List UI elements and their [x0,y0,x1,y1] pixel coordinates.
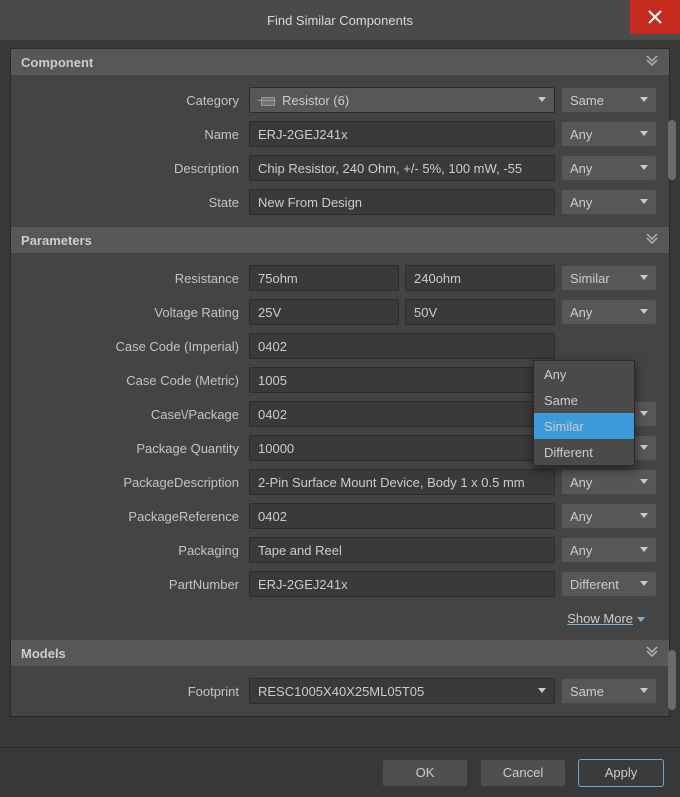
titlebar: Find Similar Components [0,0,680,40]
package-ref-input[interactable]: 0402 [249,503,555,529]
ok-button[interactable]: OK [382,759,468,787]
chevron-down-icon [640,513,648,518]
packaging-input[interactable]: Tape and Reel [249,537,555,563]
chevron-down-icon [640,479,648,484]
dropdown-option-different[interactable]: Different [534,439,634,465]
match-select-description[interactable]: Any [561,155,657,181]
description-input[interactable]: Chip Resistor, 240 Ohm, +/- 5%, 100 mW, … [249,155,555,181]
scrollbar[interactable] [668,90,676,687]
voltage-min-input[interactable]: 25V [249,299,399,325]
chevron-down-icon [640,688,648,693]
case-metric-input[interactable]: 1005 [249,367,555,393]
chevron-down-icon [640,97,648,102]
resistance-min-input[interactable]: 75ohm [249,265,399,291]
collapse-icon [645,231,659,248]
scroll-thumb[interactable] [668,120,676,180]
match-select-category[interactable]: Same [561,87,657,113]
label-case-imperial: Case Code (Imperial) [15,339,249,354]
section-body-models: Footprint RESC1005X40X25ML05T05 Same [11,666,669,716]
dropdown-option-any[interactable]: Any [534,361,634,387]
label-packaging: Packaging [15,543,249,558]
match-select-resistance[interactable]: Similar [561,265,657,291]
chevron-down-icon [640,411,648,416]
case-imperial-input[interactable]: 0402 [249,333,555,359]
resistance-max-input[interactable]: 240ohm [405,265,555,291]
match-select-package-ref[interactable]: Any [561,503,657,529]
chevron-down-icon [640,275,648,280]
section-header-parameters[interactable]: Parameters [11,227,669,253]
match-select-footprint[interactable]: Same [561,678,657,704]
chevron-down-icon [640,131,648,136]
match-select-voltage[interactable]: Any [561,299,657,325]
resistor-icon [258,95,276,106]
chevron-down-icon [640,445,648,450]
label-package-qty: Package Quantity [15,441,249,456]
chevron-down-icon [538,97,546,102]
dropdown-option-same[interactable]: Same [534,387,634,413]
chevron-down-icon [640,199,648,204]
collapse-icon [645,644,659,661]
match-dropdown-popup: Any Same Similar Different [533,360,635,466]
category-select[interactable]: Resistor (6) [249,87,555,113]
section-header-component[interactable]: Component [11,49,669,75]
dialog-footer: OK Cancel Apply [0,747,680,797]
scroll-thumb[interactable] [668,650,676,710]
label-voltage: Voltage Rating [15,305,249,320]
match-select-package-desc[interactable]: Any [561,469,657,495]
collapse-icon [645,53,659,70]
label-footprint: Footprint [15,684,249,699]
label-part-number: PartNumber [15,577,249,592]
window-title: Find Similar Components [267,13,413,28]
match-select-packaging[interactable]: Any [561,537,657,563]
part-number-input[interactable]: ERJ-2GEJ241x [249,571,555,597]
label-description: Description [15,161,249,176]
match-select-part-number[interactable]: Different [561,571,657,597]
section-title: Models [21,646,66,661]
show-more-row: Show More [15,601,661,632]
apply-button[interactable]: Apply [578,759,664,787]
label-resistance: Resistance [15,271,249,286]
label-case-metric: Case Code (Metric) [15,373,249,388]
chevron-down-icon [637,617,645,622]
chevron-down-icon [640,165,648,170]
chevron-down-icon [640,309,648,314]
state-input[interactable]: New From Design [249,189,555,215]
section-title: Parameters [21,233,92,248]
match-select-state[interactable]: Any [561,189,657,215]
chevron-down-icon [640,581,648,586]
label-package-ref: PackageReference [15,509,249,524]
package-desc-input[interactable]: 2-Pin Surface Mount Device, Body 1 x 0.5… [249,469,555,495]
voltage-max-input[interactable]: 50V [405,299,555,325]
show-more-link[interactable]: Show More [567,611,645,626]
dialog-body: Component Category Resistor (6) Same [0,40,680,747]
category-value: Resistor (6) [282,93,349,108]
label-package-desc: PackageDescription [15,475,249,490]
section-body-component: Category Resistor (6) Same Name [11,75,669,227]
close-button[interactable] [630,0,680,34]
label-case-package: Case\/Package [15,407,249,422]
case-package-input[interactable]: 0402 [249,401,555,427]
package-qty-input[interactable]: 10000 [249,435,555,461]
section-title: Component [21,55,93,70]
section-header-models[interactable]: Models [11,640,669,666]
cancel-button[interactable]: Cancel [480,759,566,787]
label-state: State [15,195,249,210]
name-input[interactable]: ERJ-2GEJ241x [249,121,555,147]
label-category: Category [15,93,249,108]
chevron-down-icon [538,688,546,693]
chevron-down-icon [640,547,648,552]
match-select-name[interactable]: Any [561,121,657,147]
footprint-select[interactable]: RESC1005X40X25ML05T05 [249,678,555,704]
label-name: Name [15,127,249,142]
close-icon [648,10,662,24]
dropdown-option-similar[interactable]: Similar [534,413,634,439]
